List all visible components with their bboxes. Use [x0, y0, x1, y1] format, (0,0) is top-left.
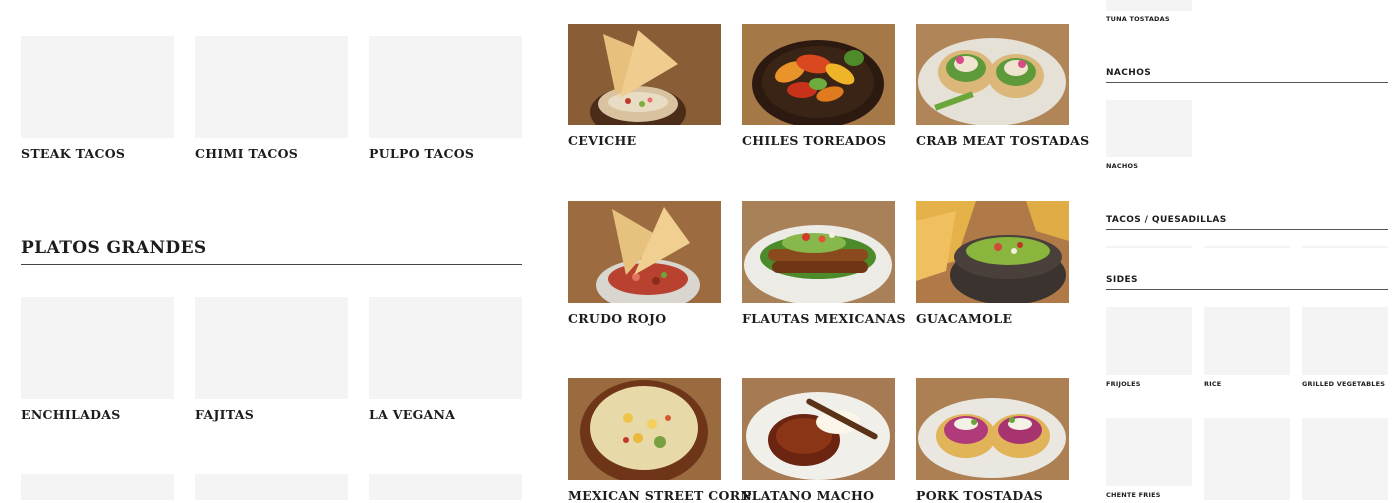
- menu-item-image[interactable]: [369, 297, 522, 399]
- crudo-rojo-photo[interactable]: [568, 201, 721, 303]
- menu-item-title[interactable]: FLAUTAS MEXICANAS: [742, 311, 906, 326]
- menu-item-image[interactable]: [195, 474, 348, 500]
- sidebar-item-image[interactable]: [1204, 418, 1290, 500]
- section-divider: [21, 264, 522, 265]
- menu-item-title[interactable]: STEAK TACOS: [21, 146, 125, 161]
- sidebar-divider: [1106, 229, 1388, 230]
- menu-item-image[interactable]: [369, 36, 522, 138]
- sidebar-divider: [1106, 82, 1388, 83]
- flautas-mexicanas-photo[interactable]: [742, 201, 895, 303]
- sidebar-item-image[interactable]: [1106, 246, 1192, 248]
- chiles-toreados-photo[interactable]: [742, 24, 895, 125]
- sidebar-item-title[interactable]: TUNA TOSTADAS: [1106, 15, 1170, 23]
- menu-item-title[interactable]: CRUDO ROJO: [568, 311, 666, 326]
- menu-item-image[interactable]: [195, 297, 348, 399]
- menu-item-image[interactable]: [195, 36, 348, 138]
- menu-item-title[interactable]: FAJITAS: [195, 407, 254, 422]
- platano-macho-photo[interactable]: [742, 378, 895, 480]
- sidebar-item-image[interactable]: [1204, 246, 1290, 248]
- sidebar-item-image[interactable]: [1106, 418, 1192, 486]
- mexican-street-corn-photo[interactable]: [568, 378, 721, 480]
- sidebar-section-title: NACHOS: [1106, 68, 1152, 78]
- sidebar-item-image[interactable]: [1302, 307, 1388, 375]
- sidebar-item-title[interactable]: CHENTE FRIES: [1106, 491, 1161, 499]
- menu-item-image[interactable]: [21, 474, 174, 500]
- menu-item-image[interactable]: [21, 297, 174, 399]
- menu-item-title[interactable]: CEVICHE: [568, 133, 636, 148]
- sidebar-item-image[interactable]: [1302, 246, 1388, 248]
- menu-item-title[interactable]: CHILES TOREADOS: [742, 133, 886, 148]
- sidebar-item-image[interactable]: [1106, 100, 1192, 157]
- sidebar-divider: [1106, 289, 1388, 290]
- sidebar-section-title: SIDES: [1106, 275, 1138, 285]
- menu-item-title[interactable]: ENCHILADAS: [21, 407, 121, 422]
- guacamole-photo[interactable]: [916, 201, 1069, 303]
- pork-tostadas-photo[interactable]: [916, 378, 1069, 480]
- menu-item-title[interactable]: CRAB MEAT TOSTADAS: [916, 133, 1090, 148]
- sidebar-item-image[interactable]: [1106, 307, 1192, 375]
- menu-item-title[interactable]: PULPO TACOS: [369, 146, 474, 161]
- menu-item-title[interactable]: PORK TOSTADAS: [916, 488, 1043, 503]
- sidebar-item-title[interactable]: NACHOS: [1106, 162, 1138, 170]
- menu-item-title[interactable]: MEXICAN STREET CORN: [568, 488, 752, 503]
- sidebar-item-image[interactable]: [1106, 0, 1192, 11]
- sidebar-item-image[interactable]: [1302, 418, 1388, 500]
- menu-item-title[interactable]: GUACAMOLE: [916, 311, 1012, 326]
- section-title: PLATOS GRANDES: [21, 238, 207, 258]
- sidebar-item-image[interactable]: [1204, 307, 1290, 375]
- menu-item-title[interactable]: LA VEGANA: [369, 407, 455, 422]
- sidebar-item-title[interactable]: FRIJOLES: [1106, 380, 1141, 388]
- menu-item-title[interactable]: PLATANO MACHO: [742, 488, 874, 503]
- crab-meat-tostadas-photo[interactable]: [916, 24, 1069, 125]
- sidebar-item-title[interactable]: GRILLED VEGETABLES: [1302, 380, 1385, 388]
- menu-item-image[interactable]: [369, 474, 522, 500]
- menu-item-title[interactable]: CHIMI TACOS: [195, 146, 298, 161]
- ceviche-photo[interactable]: [568, 24, 721, 125]
- menu-item-image[interactable]: [21, 36, 174, 138]
- sidebar-item-title[interactable]: RICE: [1204, 380, 1221, 388]
- sidebar-section-title: TACOS / QUESADILLAS: [1106, 215, 1227, 225]
